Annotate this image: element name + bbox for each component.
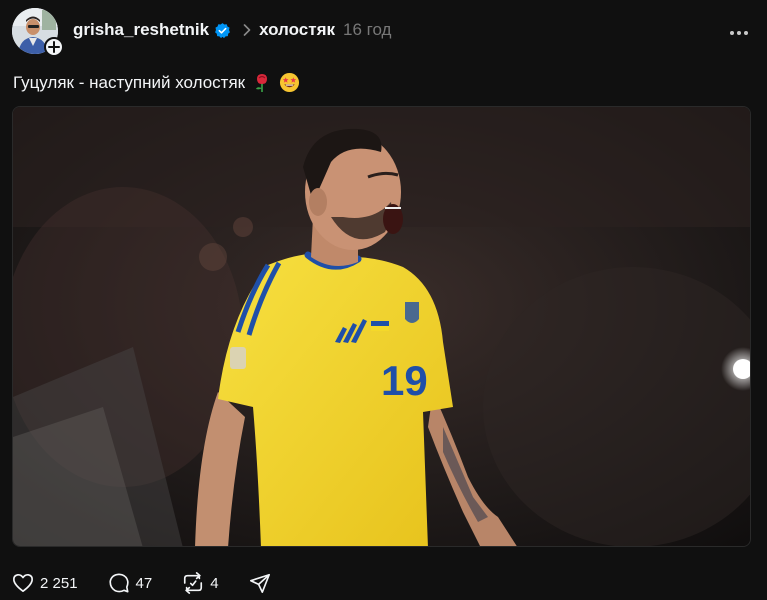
repost-count: 4	[210, 574, 219, 592]
thread-post: grisha_reshetnik холостяк 16 год Гуцуляк…	[0, 0, 767, 600]
post-timestamp[interactable]: 16 год	[343, 20, 391, 40]
avatar-container[interactable]	[12, 8, 64, 57]
heart-icon	[13, 573, 33, 592]
reply-count: 47	[135, 574, 153, 592]
football-player-photo: 19	[13, 107, 750, 546]
username-link[interactable]: grisha_reshetnik	[73, 20, 209, 40]
share-button[interactable]	[249, 572, 271, 594]
post-header: grisha_reshetnik холостяк 16 год	[12, 8, 755, 57]
send-icon	[249, 573, 270, 593]
like-button[interactable]: 2 251	[12, 573, 78, 593]
like-count: 2 251	[40, 574, 78, 592]
topic-link[interactable]: холостяк	[259, 20, 335, 40]
more-options-button[interactable]	[727, 28, 751, 38]
comment-icon	[108, 573, 129, 593]
repost-button[interactable]: 4	[182, 572, 219, 594]
caption-text: Гуцуляк - наступний холостяк	[13, 72, 246, 92]
jersey-number: 19	[381, 357, 428, 404]
more-dots-icon	[730, 31, 748, 35]
post-actions: 2 251 47 4	[12, 572, 271, 594]
plus-icon	[48, 41, 60, 53]
post-photo[interactable]: 19	[12, 106, 751, 547]
star-struck-face-icon	[279, 72, 300, 93]
rose-icon	[253, 73, 271, 93]
post-meta: grisha_reshetnik холостяк 16 год	[73, 20, 391, 40]
reply-button[interactable]: 47	[108, 572, 153, 594]
repost-icon	[184, 572, 203, 594]
chevron-right-icon	[243, 24, 251, 36]
verified-badge-icon	[214, 22, 231, 39]
post-caption: Гуцуляк - наступний холостяк	[13, 72, 300, 93]
follow-button[interactable]	[44, 37, 64, 57]
